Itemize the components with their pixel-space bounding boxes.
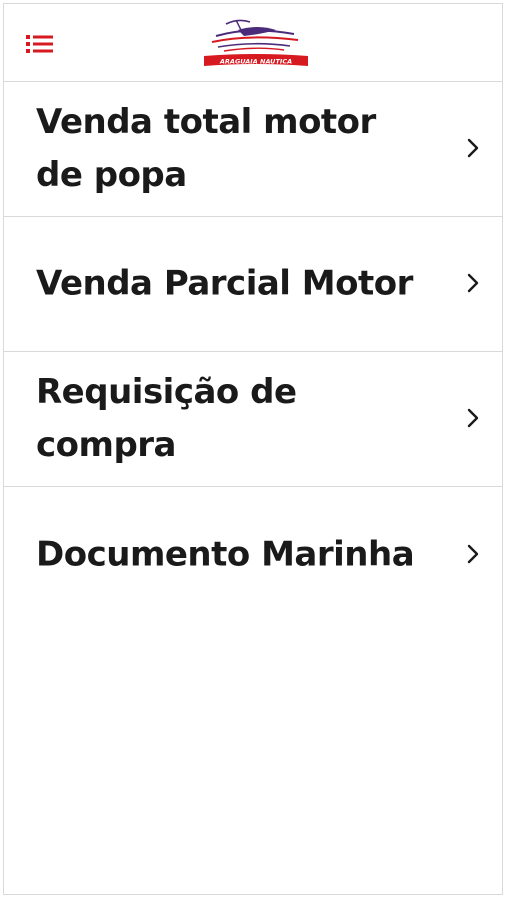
menu-item-label: Requisição de compra <box>36 372 297 465</box>
araguaia-nautica-logo: ARAGUAIA NAUTICA <box>198 16 314 70</box>
menu-item-label: Venda Parcial Motor <box>36 263 413 304</box>
logo-text: ARAGUAIA NAUTICA <box>219 58 292 66</box>
app-header: ARAGUAIA NAUTICA <box>4 4 502 82</box>
chevron-right-icon <box>467 544 479 563</box>
app-frame: ARAGUAIA NAUTICA Venda total motor de po… <box>3 3 503 895</box>
menu-button[interactable] <box>24 31 56 59</box>
hamburger-list-icon <box>26 35 53 53</box>
menu-list: Venda total motor de popa Venda Parcial … <box>4 82 502 622</box>
chevron-right-icon <box>467 408 479 428</box>
menu-item-documento-marinha[interactable]: Documento Marinha <box>4 487 502 622</box>
menu-item-venda-total-motor[interactable]: Venda total motor de popa <box>4 82 502 217</box>
chevron-right-icon <box>467 138 479 158</box>
menu-item-venda-parcial-motor[interactable]: Venda Parcial Motor <box>4 217 502 352</box>
menu-item-requisicao-de-compra[interactable]: Requisição de compra <box>4 352 502 487</box>
menu-item-label: Venda total motor de popa <box>36 102 376 195</box>
chevron-right-icon <box>467 273 479 293</box>
menu-item-label: Documento Marinha <box>36 534 415 574</box>
